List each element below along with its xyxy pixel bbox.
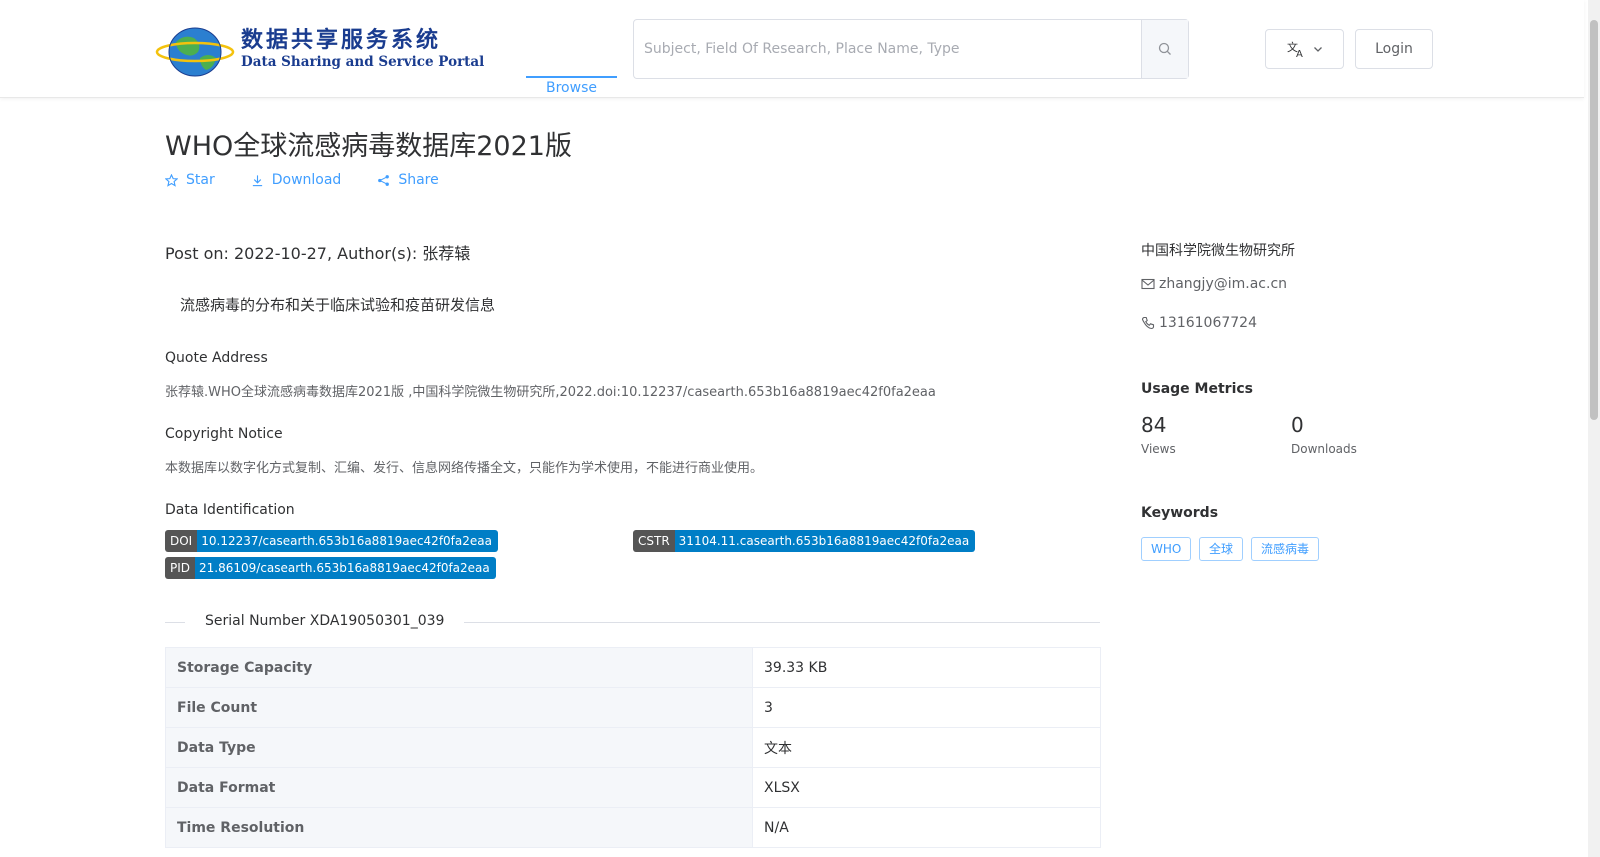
search-icon [1158, 42, 1171, 55]
table-row: Time Resolution N/A [165, 807, 1101, 848]
table-value: 39.33 KB [752, 647, 1101, 688]
views-count: 84 [1141, 413, 1167, 437]
keyword-tag[interactable]: WHO [1141, 537, 1192, 561]
table-row: Storage Capacity 39.33 KB [165, 647, 1101, 688]
star-icon [165, 173, 178, 187]
share-label: Share [398, 172, 439, 188]
table-value: 3 [752, 687, 1101, 728]
download-button[interactable]: Download [251, 172, 342, 188]
nav-browse-label: Browse [546, 80, 597, 96]
keyword-tag[interactable]: 流感病毒 [1251, 537, 1320, 561]
data-identification-label: Data Identification [165, 502, 295, 518]
keywords-title: Keywords [1141, 505, 1219, 521]
top-header: 数据共享服务系统 Data Sharing and Service Portal… [0, 0, 1584, 98]
quote-address-label: Quote Address [165, 350, 268, 366]
pid-value: 21.86109/casearth.653b16a8819aec42f0fa2e… [195, 557, 496, 579]
dataset-actions: Star Download Share [165, 172, 475, 188]
serial-number: Serial Number XDA19050301_039 [185, 613, 465, 629]
site-logo[interactable]: 数据共享服务系统 Data Sharing and Service Portal [154, 22, 484, 78]
star-label: Star [186, 172, 215, 188]
page-scrollbar[interactable] [1588, 0, 1600, 857]
doi-key: DOI [165, 530, 198, 552]
star-button[interactable]: Star [165, 172, 215, 188]
nav-browse[interactable]: Browse [526, 0, 617, 96]
copyright-label: Copyright Notice [165, 426, 283, 442]
search-button[interactable] [1141, 20, 1188, 78]
login-button[interactable]: Login [1355, 29, 1433, 69]
chevron-down-icon [1313, 47, 1322, 52]
organization-name: 中国科学院微生物研究所 [1141, 243, 1295, 259]
doi-badge[interactable]: DOI 10.12237/casearth.653b16a8819aec42f0… [165, 530, 498, 552]
table-row: Data Type 文本 [165, 727, 1101, 768]
usage-metrics-title: Usage Metrics [1141, 381, 1253, 397]
downloads-count: 0 [1291, 413, 1304, 437]
share-button[interactable]: Share [377, 172, 439, 188]
views-label: Views [1141, 442, 1176, 456]
cstr-value: 31104.11.casearth.653b16a8819aec42f0fa2e… [674, 530, 976, 552]
search-input[interactable] [634, 20, 1141, 78]
mail-icon [1141, 278, 1155, 290]
phone-text: 13161067724 [1159, 315, 1257, 331]
contact-phone: 13161067724 [1141, 315, 1257, 331]
cstr-key: CSTR [633, 530, 675, 552]
table-value: N/A [752, 807, 1101, 848]
table-value: XLSX [752, 767, 1101, 808]
doi-value: 10.12237/casearth.653b16a8819aec42f0fa2e… [197, 530, 498, 552]
search-bar [633, 19, 1189, 79]
scrollbar-thumb[interactable] [1590, 20, 1598, 420]
table-key: Data Type [165, 727, 753, 768]
pid-badge[interactable]: PID 21.86109/casearth.653b16a8819aec42f0… [165, 557, 496, 579]
svg-text:A: A [1296, 49, 1303, 58]
phone-icon [1141, 316, 1155, 330]
language-switch-button[interactable]: 文 A [1265, 29, 1344, 69]
download-label: Download [271, 172, 342, 188]
translate-icon: 文 A [1287, 40, 1303, 58]
table-row: Data Format XLSX [165, 767, 1101, 808]
keyword-tag[interactable]: 全球 [1199, 537, 1244, 561]
copyright-text: 本数据库以数字化方式复制、汇编、发行、信息网络传播全文，只能作为学术使用，不能进… [165, 461, 764, 476]
cstr-badge[interactable]: CSTR 31104.11.casearth.653b16a8819aec42f… [633, 530, 976, 552]
quote-address-text: 张荐辕.WHO全球流感病毒数据库2021版 ,中国科学院微生物研究所,2022.… [165, 385, 936, 400]
table-key: Time Resolution [165, 807, 753, 848]
pid-key: PID [165, 557, 196, 579]
dataset-description: 流感病毒的分布和关于临床试验和疫苗研发信息 [180, 296, 496, 314]
email-text: zhangjy@im.ac.cn [1159, 276, 1288, 292]
table-value: 文本 [752, 727, 1101, 768]
page-title: WHO全球流感病毒数据库2021版 [165, 131, 572, 162]
post-info: Post on: 2022-10-27, Author(s): 张荐辕 [165, 244, 471, 263]
table-key: Storage Capacity [165, 647, 753, 688]
download-icon [252, 174, 262, 186]
downloads-label: Downloads [1291, 442, 1357, 456]
share-icon [378, 174, 390, 186]
table-key: Data Format [165, 767, 753, 808]
globe-logo-icon [155, 27, 235, 77]
logo-title-cn: 数据共享服务系统 [241, 27, 442, 53]
table-row: File Count 3 [165, 687, 1101, 728]
contact-email[interactable]: zhangjy@im.ac.cn [1141, 276, 1287, 292]
dataset-info-table: Storage Capacity 39.33 KB File Count 3 D… [165, 647, 1101, 848]
table-key: File Count [165, 687, 753, 728]
logo-title-en: Data Sharing and Service Portal [241, 54, 485, 70]
